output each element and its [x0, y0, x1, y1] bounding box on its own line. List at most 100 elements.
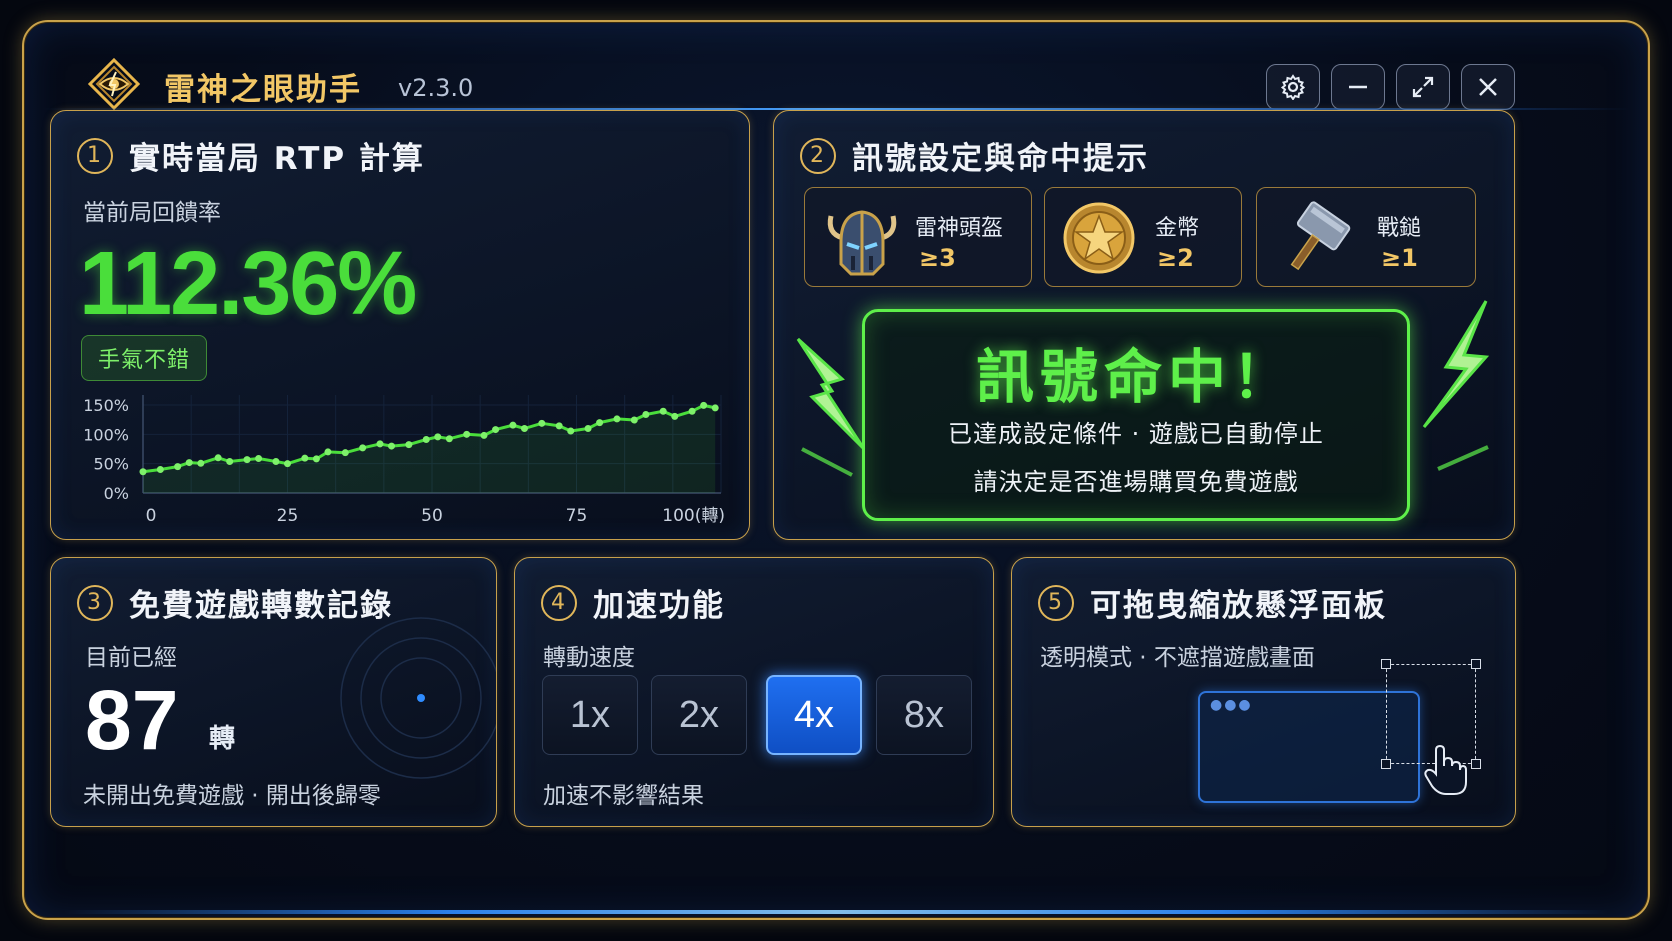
- window-dots-icon: ●●●: [1210, 697, 1253, 713]
- data-point: [555, 422, 563, 430]
- float-panel-settings: 5 可拖曳縮放懸浮面板 透明模式 · 不遮擋遊戲畫面 ●●●: [1011, 557, 1516, 827]
- panel-number: 2: [800, 137, 836, 174]
- data-point: [509, 421, 517, 429]
- data-point: [422, 435, 430, 443]
- symbol-card-coin[interactable]: 金幣 ≥2: [1044, 187, 1242, 287]
- speed-8x-button[interactable]: 8x: [876, 675, 972, 755]
- spin-unit: 轉: [209, 724, 236, 754]
- x-tick-label: 50: [421, 506, 443, 526]
- symbol-card-helmet[interactable]: 雷神頭盔 ≥3: [804, 187, 1032, 287]
- panel-number: 3: [77, 584, 113, 621]
- data-point: [567, 427, 575, 435]
- data-point: [376, 440, 384, 448]
- data-point: [341, 449, 349, 457]
- symbol-name: 雷神頭盔: [915, 216, 1004, 241]
- panel-number: 5: [1038, 584, 1074, 621]
- data-point: [520, 424, 528, 432]
- minimize-icon: [1349, 85, 1367, 89]
- war-hammer-icon: [1290, 201, 1351, 271]
- data-point: [405, 441, 413, 449]
- data-point: [445, 435, 453, 443]
- hit-message-line2: 請決定是否進場購買免費遊戲: [973, 468, 1299, 496]
- app-title: 雷神之眼助手: [164, 72, 362, 108]
- data-point: [463, 430, 471, 438]
- close-icon: [1479, 78, 1497, 96]
- symbol-threshold: ≥1: [1381, 244, 1418, 272]
- free-game-panel: 3 免費遊戲轉數記錄 目前已經 87 轉 未開出免費遊戲 · 開出後歸零: [50, 557, 497, 827]
- title-bar[interactable]: 雷神之眼助手 v2.3.0: [42, 36, 1630, 110]
- resize-handle[interactable]: [1381, 659, 1391, 669]
- float-panel-subtitle: 透明模式 · 不遮擋遊戲畫面: [1040, 645, 1315, 671]
- minimize-button[interactable]: [1331, 64, 1385, 110]
- symbol-threshold: ≥3: [919, 244, 956, 272]
- data-point: [255, 455, 263, 463]
- data-point: [243, 456, 251, 464]
- data-point: [492, 426, 500, 434]
- data-point: [434, 433, 442, 441]
- spin-note: 未開出免費遊戲 · 開出後歸零: [83, 783, 381, 809]
- speed-panel: 4 加速功能 轉動速度 1x 2x 4x 8x 加速不影響結果: [514, 557, 994, 827]
- y-tick-label: 50%: [93, 455, 129, 474]
- speed-panel-title: 加速功能: [593, 588, 725, 624]
- panel-title: 5 可拖曳縮放懸浮面板: [1038, 580, 1387, 625]
- resize-handle[interactable]: [1471, 659, 1481, 669]
- data-point: [359, 444, 367, 452]
- symbol-name: 戰鎚: [1377, 216, 1422, 241]
- panel-number: 1: [77, 137, 113, 174]
- data-point: [596, 419, 604, 427]
- y-tick-label: 0%: [104, 484, 129, 503]
- resize-handle[interactable]: [1471, 759, 1481, 769]
- data-point: [700, 401, 708, 409]
- speed-1x-button[interactable]: 1x: [542, 675, 638, 755]
- close-button[interactable]: [1461, 64, 1515, 110]
- speed-note: 加速不影響結果: [543, 783, 704, 809]
- hit-message-line1: 已達成設定條件 · 遊戲已自動停止: [948, 420, 1324, 448]
- data-point: [312, 455, 320, 463]
- symbol-card-hammer[interactable]: 戰鎚 ≥1: [1256, 187, 1476, 287]
- radar-decoration-icon: [340, 617, 496, 779]
- rtp-panel: 1 實時當局 RTP 計算 當前局回饋率 112.36% 手氣不錯 1 50% 10…: [50, 110, 750, 540]
- maximize-icon: [1412, 76, 1434, 98]
- thunder-eye-logo-icon: [88, 58, 140, 110]
- data-point: [688, 407, 696, 415]
- data-point: [711, 404, 719, 412]
- x-tick-label: 0: [146, 506, 157, 526]
- rtp-label: 當前局回饋率: [83, 200, 221, 226]
- rtp-panel-title: 實時當局 RTP 計算: [129, 141, 425, 177]
- rtp-value: 112.36%: [79, 234, 417, 334]
- float-panel-title: 可拖曳縮放懸浮面板: [1090, 588, 1387, 624]
- x-tick-label: 25: [277, 506, 299, 526]
- spin-count: 87: [85, 673, 179, 767]
- data-point: [324, 448, 332, 456]
- data-point: [480, 431, 488, 439]
- data-point: [659, 407, 667, 415]
- speed-label: 轉動速度: [543, 645, 635, 671]
- data-point: [538, 419, 546, 427]
- spin-label: 目前已經: [85, 645, 177, 671]
- signal-hit-alert: 訊號命中！ 已達成設定條件 · 遊戲已自動停止 請決定是否進場購買免費遊戲: [862, 309, 1410, 521]
- gold-coin-icon: [1063, 202, 1135, 274]
- drag-hand-icon: [1424, 744, 1467, 795]
- data-point: [584, 424, 592, 432]
- luck-badge: 手氣不錯: [81, 335, 208, 381]
- resize-handle[interactable]: [1381, 759, 1391, 769]
- data-point: [671, 412, 679, 420]
- panel-title: 4 加速功能: [541, 580, 725, 625]
- y-tick-label: 100%: [83, 425, 129, 444]
- x-tick-label: 75: [566, 506, 588, 526]
- signal-panel: 2 訊號設定與命中提示 雷神頭盔 ≥3 金幣 ≥2 戰鎚 ≥1 訊號命中！ 已達…: [773, 110, 1515, 540]
- maximize-button[interactable]: [1396, 64, 1450, 110]
- data-point: [301, 454, 309, 462]
- settings-button[interactable]: [1266, 64, 1320, 110]
- panel-number: 4: [541, 584, 577, 621]
- speed-2x-button[interactable]: 2x: [651, 675, 747, 755]
- lightning-left-icon: [796, 337, 866, 477]
- data-point: [156, 466, 164, 474]
- panel-title: 1 實時當局 RTP 計算: [77, 133, 425, 178]
- settings-icon: [1280, 74, 1306, 100]
- lightning-right-icon: [1422, 300, 1490, 471]
- speed-4x-button[interactable]: 4x: [766, 675, 862, 755]
- data-point: [388, 442, 396, 450]
- symbol-name: 金幣: [1155, 216, 1200, 241]
- app-version: v2.3.0: [398, 74, 474, 102]
